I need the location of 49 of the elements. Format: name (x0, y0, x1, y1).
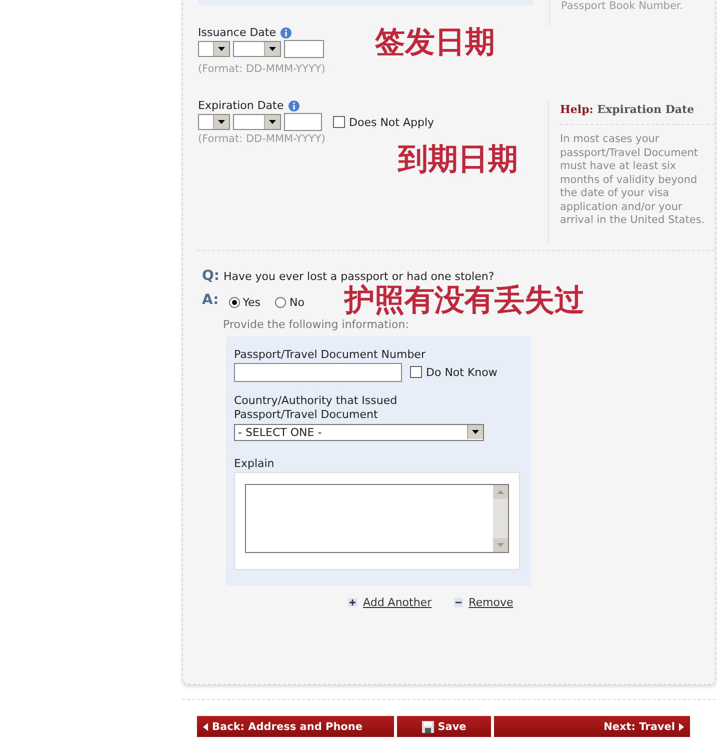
answer-mark-label: A: (202, 292, 219, 308)
dropdown-arrow-icon[interactable] (269, 47, 276, 51)
text-area[interactable] (245, 484, 509, 552)
input-field[interactable] (234, 362, 402, 382)
question-text: Have you ever lost a passport or had one stolen? (224, 270, 494, 282)
question-mark-label: Q: (202, 268, 220, 284)
minus-icon (454, 598, 463, 606)
radio-label: Yes (242, 296, 260, 308)
checkbox[interactable] (410, 366, 422, 378)
help-title: Help: Expiration Date (560, 99, 715, 125)
field-label: Issuance Date (198, 26, 276, 39)
save-button[interactable]: Save (397, 716, 491, 737)
checkbox-label: Do Not Know (426, 366, 498, 378)
checkbox-label: Does Not Apply (349, 116, 434, 128)
day-select[interactable] (198, 41, 230, 57)
field-label: Country/Authority that Issued Passport/Travel Document (234, 394, 398, 422)
back-button[interactable]: Back: Address and Phone (197, 716, 394, 737)
next-button[interactable]: Next: Travel (494, 716, 690, 737)
field-label: Explain (234, 456, 276, 470)
field-label: Expiration Date (198, 99, 284, 112)
info-icon[interactable] (280, 26, 292, 38)
help-text: Passport Book Number. (561, 0, 684, 12)
field-label: Passport/Travel Document Number (234, 348, 426, 360)
dropdown-arrow-icon[interactable] (218, 47, 225, 51)
radio-button[interactable] (228, 296, 240, 308)
left-triangle-icon (203, 722, 208, 730)
annotation-text: 护照有没有丢失过 (344, 286, 584, 316)
dropdown-arrow-icon[interactable] (269, 120, 276, 124)
add-link[interactable]: Add Another (348, 596, 432, 608)
dropdown-arrow-icon[interactable] (472, 430, 479, 434)
day-select[interactable] (198, 114, 230, 130)
year-field[interactable] (284, 40, 324, 58)
radio-button[interactable] (275, 296, 286, 308)
help-text: In most cases your passport/Travel Document must have at least six months of validity beyond the date of your visa application and/or your arrival in the United States. (560, 133, 706, 228)
radio-label: No (289, 296, 304, 308)
checkbox[interactable] (333, 116, 345, 128)
year-field[interactable] (284, 113, 322, 131)
instruction-text: Provide the following information: (223, 318, 410, 330)
format-hint: (Format: DD-MMM-YYYY) (198, 133, 326, 145)
remove-link[interactable]: Remove (454, 596, 514, 608)
dropdown-arrow-icon[interactable] (218, 120, 225, 124)
annotation-text: 签发日期 (375, 28, 495, 58)
scrollbar[interactable] (493, 484, 508, 552)
country-select[interactable]: - SELECT ONE - (234, 424, 484, 440)
format-hint: (Format: DD-MMM-YYYY) (198, 63, 326, 75)
right-triangle-icon (679, 722, 684, 730)
plus-icon (348, 598, 357, 606)
annotation-text: 到期日期 (398, 145, 518, 175)
info-icon[interactable] (288, 100, 300, 112)
